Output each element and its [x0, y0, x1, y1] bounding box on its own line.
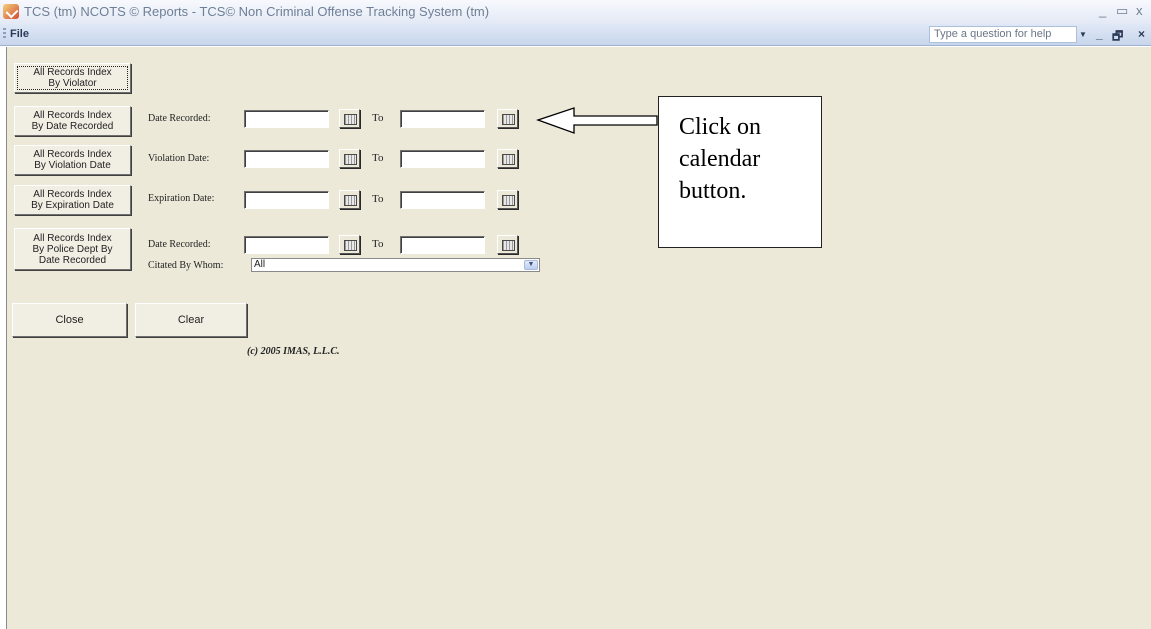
calendar-button-expiration-from[interactable] [339, 190, 360, 209]
violation-date-from-input[interactable] [244, 150, 329, 168]
calendar-button-police-to[interactable] [497, 235, 518, 254]
to-label: To [372, 152, 384, 164]
clear-button[interactable]: Clear [135, 303, 247, 337]
chevron-down-icon[interactable]: ▼ [524, 260, 538, 270]
violation-date-to-input[interactable] [400, 150, 485, 168]
close-button[interactable]: Close [12, 303, 127, 337]
date-recorded-from-input[interactable] [244, 110, 329, 128]
annotation-arrow-icon [536, 107, 658, 134]
police-date-to-input[interactable] [400, 236, 485, 254]
to-label: To [372, 193, 384, 205]
report-by-violator-button[interactable]: All Records Index By Violator [14, 63, 131, 93]
menu-file[interactable]: File [10, 28, 29, 40]
mdi-restore-button[interactable]: 🗗 [1112, 27, 1123, 48]
to-label: To [372, 238, 384, 250]
help-dropdown-icon[interactable]: ▼ [1079, 30, 1087, 39]
citated-by-label: Citated By Whom: [148, 260, 224, 271]
expiration-date-label: Expiration Date: [148, 193, 215, 204]
expiration-date-to-input[interactable] [400, 191, 485, 209]
police-date-from-input[interactable] [244, 236, 329, 254]
calendar-button-date-recorded-to[interactable] [497, 109, 518, 128]
date-recorded-police-label: Date Recorded: [148, 239, 211, 250]
citated-by-select[interactable]: All ▼ [251, 258, 540, 272]
close-window-button[interactable]: x [1136, 3, 1143, 18]
violation-date-label: Violation Date: [148, 153, 210, 164]
calendar-button-violation-to[interactable] [497, 149, 518, 168]
date-recorded-label: Date Recorded: [148, 113, 211, 124]
report-by-date-recorded-button[interactable]: All Records Index By Date Recorded [14, 106, 131, 136]
annotation-callout: Click on calendar button. [658, 96, 822, 248]
menu-grip-icon [3, 28, 6, 40]
mdi-minimize-button[interactable]: _ [1096, 27, 1103, 41]
calendar-button-expiration-to[interactable] [497, 190, 518, 209]
help-search-input[interactable]: Type a question for help [929, 26, 1077, 43]
report-by-violation-date-button[interactable]: All Records Index By Violation Date [14, 145, 131, 175]
citated-by-value: All [254, 259, 266, 270]
minimize-button[interactable]: _ [1099, 3, 1106, 18]
report-by-expiration-date-button[interactable]: All Records Index By Expiration Date [14, 185, 131, 215]
restore-button[interactable]: ▭ [1116, 3, 1128, 19]
expiration-date-from-input[interactable] [244, 191, 329, 209]
date-recorded-to-input[interactable] [400, 110, 485, 128]
calendar-button-date-recorded-from[interactable] [339, 109, 360, 128]
calendar-button-violation-from[interactable] [339, 149, 360, 168]
callout-text: Click on calendar button. [679, 114, 761, 204]
report-by-police-dept-button[interactable]: All Records Index By Police Dept By Date… [14, 228, 131, 270]
title-bar: TCS (tm) NCOTS © Reports - TCS© Non Crim… [0, 0, 1151, 24]
calendar-button-police-from[interactable] [339, 235, 360, 254]
window-title: TCS (tm) NCOTS © Reports - TCS© Non Crim… [24, 4, 490, 19]
to-label: To [372, 112, 384, 124]
copyright-text: (c) 2005 IMAS, L.L.C. [247, 346, 340, 357]
mdi-close-button[interactable]: × [1138, 27, 1145, 41]
app-icon [3, 4, 19, 19]
